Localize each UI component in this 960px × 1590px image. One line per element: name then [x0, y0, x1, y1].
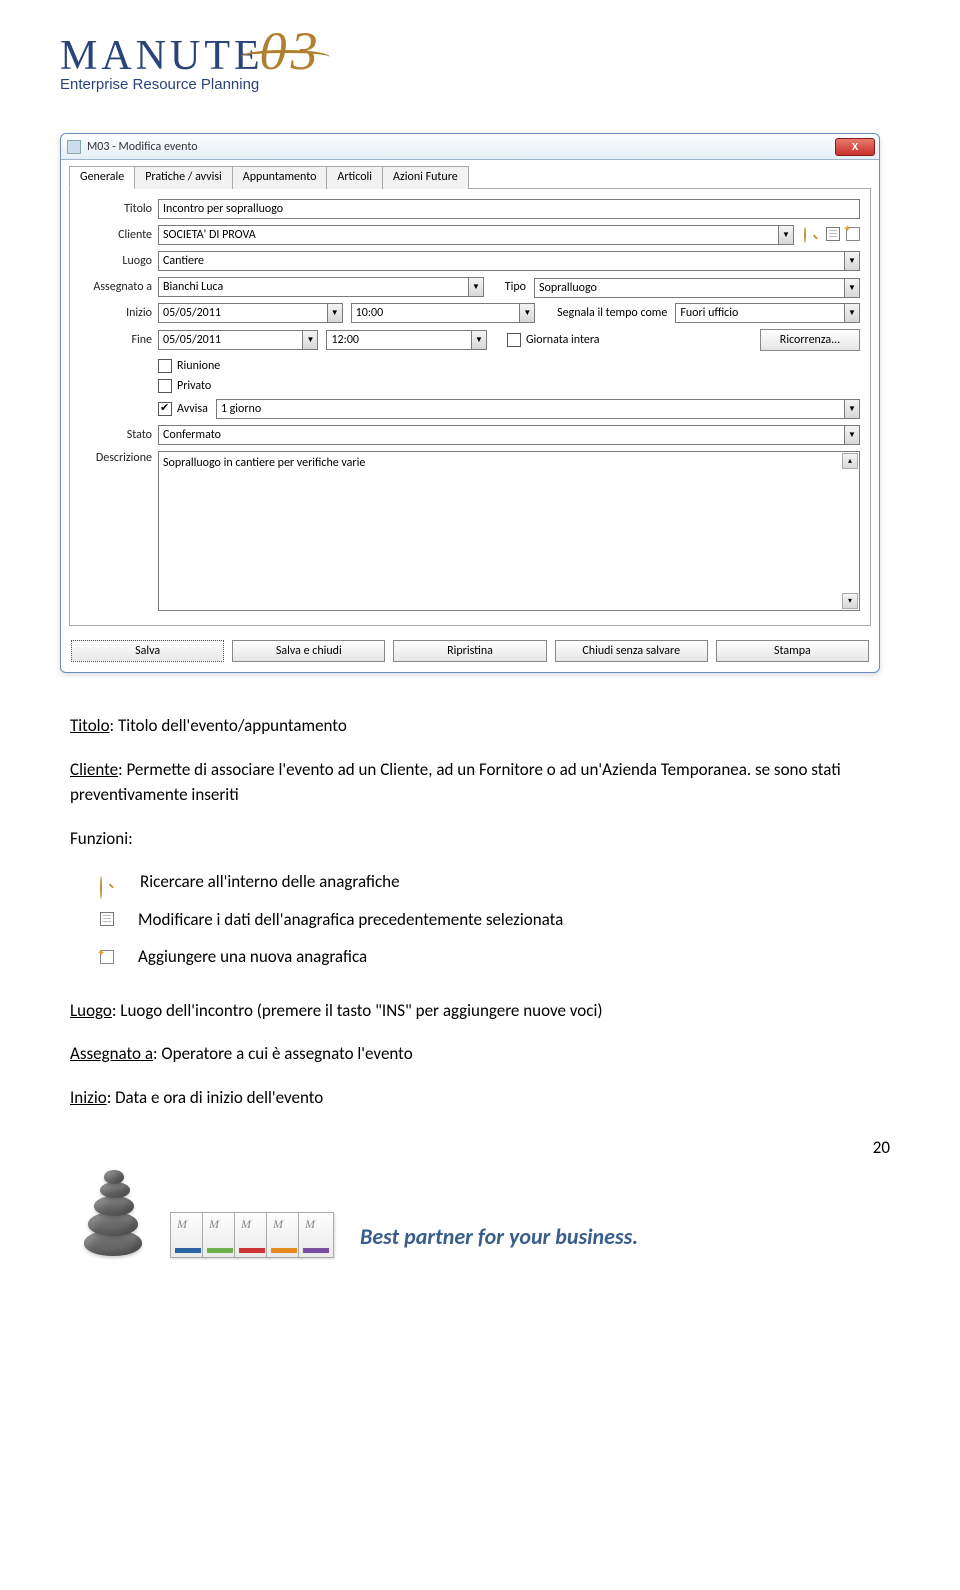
button-ripristina[interactable]: Ripristina	[393, 640, 546, 662]
fine-data-dropdown[interactable]: ▼	[302, 330, 318, 350]
footer-tagline: Best partner for your business.	[340, 1223, 900, 1250]
term-titolo: Titolo	[70, 715, 110, 736]
button-ricorrenza[interactable]: Ricorrenza...	[760, 329, 860, 351]
input-cliente[interactable]: SOCIETA' DI PROVA	[158, 225, 778, 245]
para-funzioni: Funzioni:	[70, 826, 890, 852]
avvisa-dropdown-button[interactable]: ▼	[844, 399, 860, 419]
term-inizio: Inizio	[70, 1087, 107, 1108]
input-assegnato[interactable]: Bianchi Luca	[158, 277, 468, 297]
checkbox-giornata[interactable]	[507, 333, 521, 347]
input-segnala[interactable]: Fuori ufficio	[675, 303, 844, 323]
input-inizio-data[interactable]: 05/05/2011	[158, 303, 327, 323]
luogo-dropdown-button[interactable]: ▼	[844, 251, 860, 271]
para-titolo: Titolo: Titolo dell'evento/appuntamento	[70, 713, 890, 739]
bullet-aggiungere: Aggiungere una nuova anagrafica	[70, 944, 890, 970]
search-icon[interactable]	[804, 227, 820, 243]
input-tipo[interactable]: Sopralluogo	[534, 278, 844, 298]
para-inizio: Inizio: Data e ora di inizio dell'evento	[70, 1085, 890, 1111]
input-fine-data[interactable]: 05/05/2011	[158, 330, 302, 350]
input-inizio-ora[interactable]: 10:00	[351, 303, 520, 323]
logo-tagline: Enterprise Resource Planning	[60, 76, 900, 93]
term-cliente: Cliente	[70, 759, 118, 780]
textarea-descrizione[interactable]: Sopralluogo in cantiere per verifiche va…	[158, 451, 860, 611]
label-titolo: Titolo	[80, 202, 158, 216]
input-luogo[interactable]: Cantiere	[158, 251, 844, 271]
label-cliente: Cliente	[80, 228, 158, 242]
logo-wordmark: MANUTE 03	[60, 20, 900, 82]
dialog-button-bar: Salva Salva e chiudi Ripristina Chiudi s…	[61, 634, 879, 672]
page-number: 20	[873, 1137, 890, 1158]
logo-accent: 03	[260, 20, 322, 82]
new-icon[interactable]	[846, 227, 860, 241]
inizio-data-dropdown[interactable]: ▼	[327, 303, 343, 323]
close-button[interactable]: X	[835, 138, 875, 156]
dialog-titlebar: M03 - Modifica evento X	[61, 134, 879, 160]
stato-dropdown-button[interactable]: ▼	[844, 425, 860, 445]
button-salva-chiudi[interactable]: Salva e chiudi	[232, 640, 385, 662]
label-riunione: Riunione	[177, 359, 220, 373]
label-descrizione: Descrizione	[80, 451, 158, 465]
term-luogo: Luogo	[70, 1000, 112, 1021]
new-icon	[100, 950, 114, 964]
tab-azioni-future[interactable]: Azioni Future	[382, 166, 469, 189]
button-stampa[interactable]: Stampa	[716, 640, 869, 662]
label-assegnato: Assegnato a	[80, 280, 158, 294]
label-giornata: Giornata intera	[526, 333, 600, 347]
tab-pratiche[interactable]: Pratiche / avvisi	[134, 166, 233, 189]
label-stato: Stato	[80, 428, 158, 442]
para-luogo: Luogo: Luogo dell'incontro (premere il t…	[70, 998, 890, 1024]
tipo-dropdown-button[interactable]: ▼	[844, 278, 860, 298]
label-fine: Fine	[80, 333, 158, 347]
edit-icon[interactable]	[826, 227, 840, 241]
input-stato[interactable]: Confermato	[158, 425, 844, 445]
dialog-window: M03 - Modifica evento X Generale Pratich…	[60, 133, 880, 673]
checkbox-privato[interactable]	[158, 379, 172, 393]
search-icon	[100, 874, 116, 890]
tab-strip: Generale Pratiche / avvisi Appuntamento …	[61, 160, 879, 189]
scrollbar-down[interactable]: ▾	[842, 593, 858, 609]
cliente-dropdown-button[interactable]: ▼	[778, 225, 794, 245]
fine-ora-dropdown[interactable]: ▼	[471, 330, 487, 350]
button-chiudi-senza-salvare[interactable]: Chiudi senza salvare	[555, 640, 708, 662]
label-avvisa: Avvisa	[177, 402, 208, 416]
scrollbar-up[interactable]: ▴	[842, 453, 858, 469]
segnala-dropdown-button[interactable]: ▼	[844, 303, 860, 323]
button-salva[interactable]: Salva	[71, 640, 224, 662]
dialog-title: M03 - Modifica evento	[87, 140, 835, 154]
input-titolo[interactable]: Incontro per sopralluogo	[158, 199, 860, 219]
para-assegnato: Assegnato a: Operatore a cui è assegnato…	[70, 1041, 890, 1067]
logo-main: MANUTE	[60, 32, 264, 80]
inizio-ora-dropdown[interactable]: ▼	[519, 303, 535, 323]
header-logo: MANUTE 03 Enterprise Resource Planning	[0, 0, 960, 103]
label-segnala: Segnala il tempo come	[535, 306, 675, 320]
label-luogo: Luogo	[80, 254, 158, 268]
bullet-ricercare: Ricercare all'interno delle anagrafiche	[70, 869, 890, 895]
para-cliente: Cliente: Permette di associare l'evento …	[70, 757, 890, 808]
document-body: Titolo: Titolo dell'evento/appuntamento …	[0, 683, 960, 1148]
assegnato-dropdown-button[interactable]: ▼	[468, 277, 484, 297]
checkbox-riunione[interactable]	[158, 359, 172, 373]
input-avvisa[interactable]: 1 giorno	[216, 399, 844, 419]
tab-articoli[interactable]: Articoli	[326, 166, 383, 189]
label-privato: Privato	[177, 379, 211, 393]
app-icon	[67, 140, 81, 154]
input-fine-ora[interactable]: 12:00	[326, 330, 470, 350]
product-boxes-graphic	[170, 1212, 330, 1258]
checkbox-avvisa[interactable]	[158, 402, 172, 416]
label-tipo: Tipo	[484, 280, 534, 294]
tab-generale[interactable]: Generale	[69, 166, 135, 189]
term-assegnato: Assegnato a	[70, 1043, 153, 1064]
page-footer: Best partner for your business.	[0, 1148, 960, 1268]
tab-appuntamento[interactable]: Appuntamento	[232, 166, 328, 189]
tab-panel-generale: Titolo Incontro per sopralluogo Cliente …	[69, 188, 871, 626]
edit-icon	[100, 912, 114, 926]
bullet-modificare: Modificare i dati dell'anagrafica preced…	[70, 907, 890, 933]
stones-graphic	[70, 1168, 160, 1258]
label-inizio: Inizio	[80, 306, 158, 320]
